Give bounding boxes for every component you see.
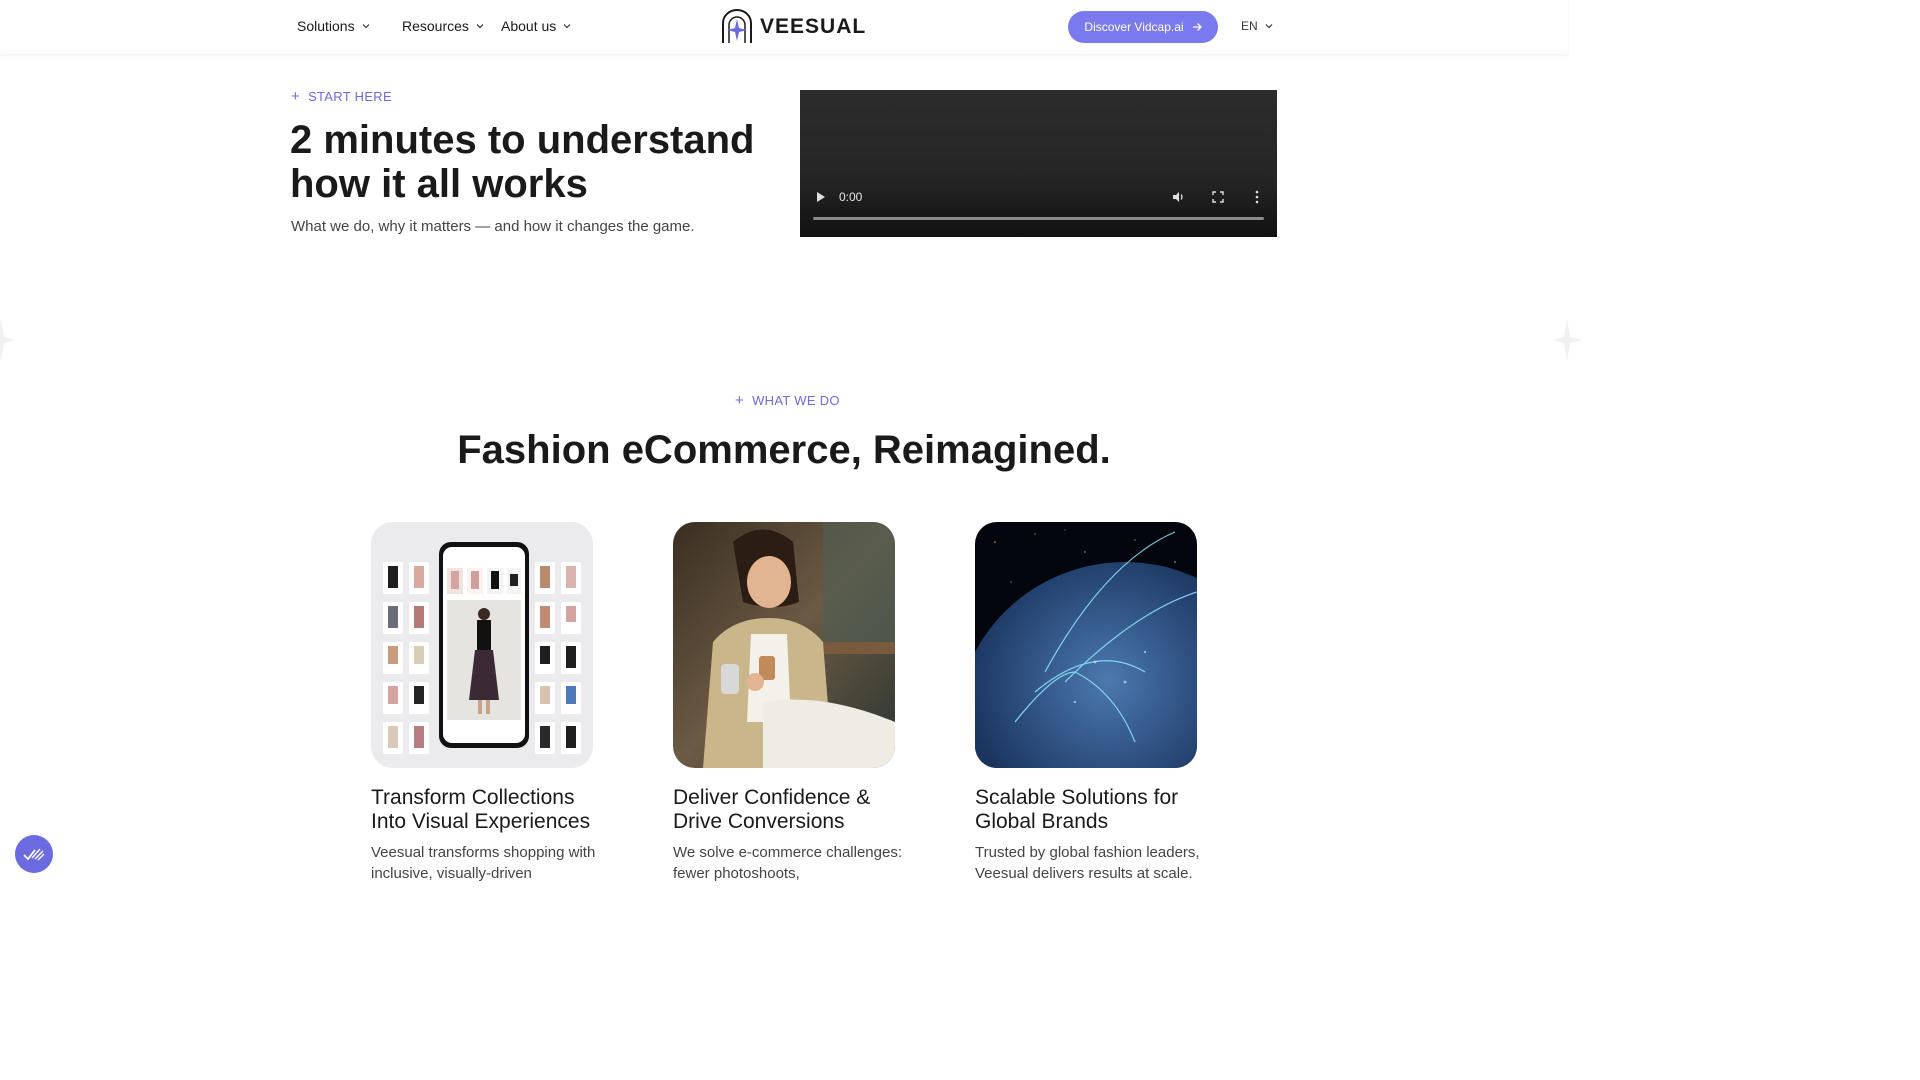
veesual-logo-icon bbox=[722, 9, 752, 43]
play-icon[interactable] bbox=[816, 191, 826, 203]
section-title: Fashion eCommerce, Reimagined. bbox=[457, 428, 1111, 472]
video-progress-bar[interactable] bbox=[813, 217, 1264, 220]
card-image-collections bbox=[371, 522, 593, 768]
start-here-eyebrow: + START HERE bbox=[291, 89, 392, 104]
card-title-global: Scalable Solutions for Global Brands bbox=[975, 786, 1179, 833]
eyebrow-label: START HERE bbox=[308, 89, 392, 104]
accessibility-check-icon bbox=[23, 848, 45, 861]
volume-icon[interactable] bbox=[1172, 191, 1186, 203]
intro-video-player[interactable]: 0:00 bbox=[800, 90, 1277, 237]
nav-about-us[interactable]: About us bbox=[501, 18, 572, 34]
nav-resources-label: Resources bbox=[402, 18, 469, 34]
card-desc-confidence: We solve e-commerce challenges: fewer ph… bbox=[673, 844, 902, 882]
chevron-down-icon bbox=[563, 24, 571, 29]
card-image-confidence bbox=[673, 522, 895, 768]
chevron-down-icon bbox=[476, 24, 484, 29]
phone-catalog-illustration bbox=[371, 522, 593, 768]
sparkle-decoration-icon bbox=[0, 318, 16, 362]
sparkle-decoration-icon bbox=[1552, 318, 1582, 362]
chevron-down-icon bbox=[362, 24, 370, 29]
chevron-down-icon bbox=[1265, 24, 1273, 29]
language-selector[interactable]: EN bbox=[1241, 19, 1274, 33]
video-time: 0:00 bbox=[839, 190, 863, 204]
arrow-right-icon bbox=[1192, 23, 1202, 31]
brand-name: VEESUAL bbox=[760, 15, 867, 38]
plus-icon: + bbox=[291, 88, 301, 105]
site-header: Solutions Resources About us VEESUAL Dis… bbox=[0, 0, 1568, 54]
nav-resources[interactable]: Resources bbox=[402, 18, 485, 34]
brand-logo[interactable]: VEESUAL bbox=[720, 9, 866, 45]
card-image-global bbox=[975, 522, 1197, 768]
cta-label: Discover Vidcap.ai bbox=[1084, 20, 1184, 34]
accessibility-button[interactable] bbox=[15, 835, 53, 873]
language-label: EN bbox=[1241, 19, 1258, 33]
woman-shopping-photo bbox=[673, 522, 895, 768]
nav-about-label: About us bbox=[501, 18, 557, 34]
fullscreen-icon[interactable] bbox=[1212, 191, 1224, 203]
nav-solutions-label: Solutions bbox=[297, 18, 355, 34]
discover-vidcap-button[interactable]: Discover Vidcap.ai bbox=[1068, 11, 1218, 43]
intro-title: 2 minutes to understand how it all works bbox=[290, 118, 755, 206]
eyebrow-label: WHAT WE DO bbox=[752, 393, 840, 408]
globe-network-illustration bbox=[975, 522, 1197, 768]
card-desc-global: Trusted by global fashion leaders, Veesu… bbox=[975, 844, 1200, 882]
intro-subtitle: What we do, why it matters — and how it … bbox=[291, 218, 695, 235]
card-title-collections: Transform Collections Into Visual Experi… bbox=[371, 786, 591, 833]
card-title-confidence: Deliver Confidence & Drive Conversions bbox=[673, 786, 871, 833]
more-options-icon[interactable] bbox=[1254, 190, 1260, 204]
plus-icon: + bbox=[735, 392, 745, 409]
card-desc-collections: Veesual transforms shopping with inclusi… bbox=[371, 844, 596, 882]
what-we-do-eyebrow: + WHAT WE DO bbox=[735, 393, 840, 408]
nav-solutions[interactable]: Solutions bbox=[297, 18, 371, 34]
